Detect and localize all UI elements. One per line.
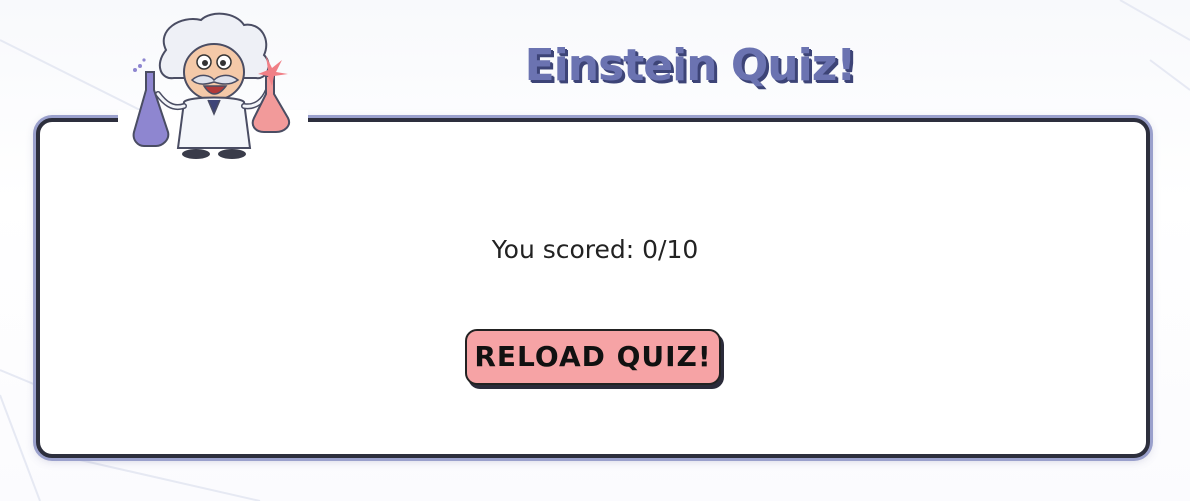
page-title: Einstein Quiz!	[524, 40, 857, 91]
einstein-mascot-icon	[132, 12, 290, 159]
quiz-page: Einstein Quiz! You scored: 0/10 RELOAD Q…	[0, 0, 1190, 501]
reload-quiz-button[interactable]: RELOAD QUIZ!	[465, 329, 721, 385]
score-text: You scored: 0/10	[491, 235, 699, 264]
